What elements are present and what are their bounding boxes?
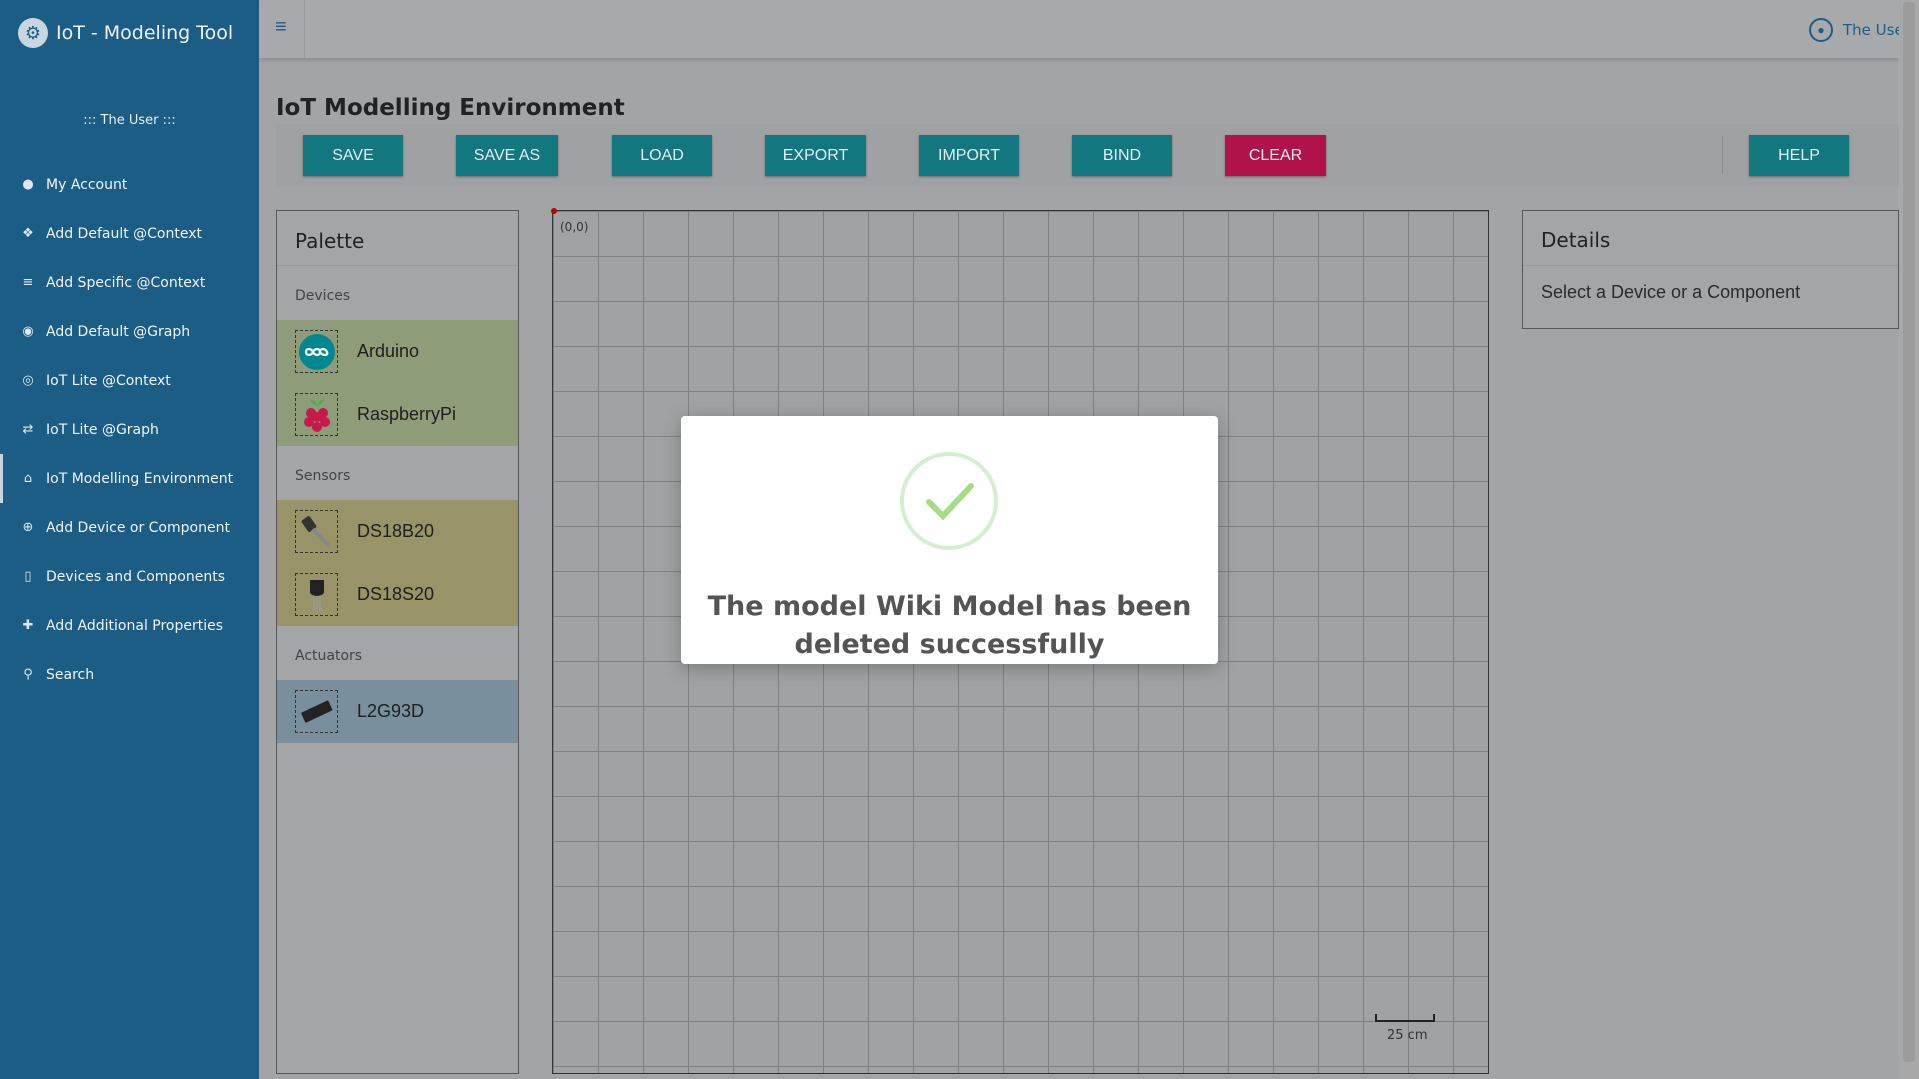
home-icon: ⌂: [23, 471, 33, 486]
details-panel: Details Select a Device or a Component: [1522, 210, 1899, 329]
puzzle-icon: ✚: [22, 618, 34, 633]
toolbar: SAVE SAVE AS LOAD EXPORT IMPORT BIND CLE…: [276, 124, 1899, 186]
sidebar-user-caption: ::: The User :::: [83, 113, 176, 128]
sidebar-item-add-device-or-component[interactable]: ⊕ Add Device or Component: [0, 503, 259, 552]
clear-button[interactable]: CLEAR: [1225, 135, 1326, 176]
sidebar-item-add-default-context[interactable]: ❖ Add Default @Context: [0, 209, 259, 258]
palette-item-label: L2G93D: [357, 701, 425, 721]
sidebar-item-label: Search: [46, 666, 95, 683]
toolbar-separator: [1722, 136, 1723, 174]
palette-item-ds18s20[interactable]: DS18S20: [277, 563, 518, 626]
user-icon: ●: [22, 177, 34, 192]
sidebar-item-search[interactable]: ⚲ Search: [0, 650, 259, 699]
origin-marker: [551, 208, 557, 214]
sidebar-item-label: IoT Lite @Context: [46, 372, 171, 389]
sidebar-item-my-account[interactable]: ● My Account: [0, 160, 259, 209]
palette-item-l2g93d[interactable]: L2G93D: [277, 680, 518, 743]
sidebar-nav: ● My Account ❖ Add Default @Context ≡ Ad…: [0, 160, 259, 699]
cubes-icon: ❖: [22, 226, 34, 241]
arduino-icon: [295, 330, 338, 373]
sidebar-item-label: Devices and Components: [46, 568, 225, 585]
plus-circle-icon: ⊕: [22, 520, 34, 535]
palette-category-sensors: Sensors: [295, 468, 351, 484]
topbar-divider: [304, 0, 305, 58]
sidebar-item-iot-modelling-environment[interactable]: ⌂ IoT Modelling Environment: [0, 454, 259, 503]
load-button[interactable]: LOAD: [612, 135, 712, 176]
raspberry-icon: [295, 393, 338, 436]
sidebar-item-add-specific-context[interactable]: ≡ Add Specific @Context: [0, 258, 259, 307]
database-icon: ≡: [22, 275, 34, 290]
brand-logo-icon: ⚙: [18, 18, 48, 48]
sidebar-item-label: My Account: [46, 176, 128, 193]
sidebar-item-iot-lite-graph[interactable]: ⇄ IoT Lite @Graph: [0, 405, 259, 454]
transistor-sensor-icon: [295, 573, 338, 616]
chip-icon: [295, 690, 338, 733]
brand[interactable]: ⚙ IoT - Modeling Tool: [18, 18, 233, 48]
palette-item-label: DS18B20: [357, 521, 435, 541]
sidebar-item-label: Add Additional Properties: [46, 617, 224, 634]
hamburger-menu-icon[interactable]: ≡: [275, 16, 287, 39]
target-icon: ◎: [22, 373, 34, 388]
sidebar-item-label: IoT Modelling Environment: [46, 470, 234, 487]
modal-message: The model Wiki Model has been deleted su…: [707, 591, 1192, 660]
scale-label: 25 cm: [1387, 1028, 1428, 1043]
sidebar: ⚙ IoT - Modeling Tool ::: The User ::: ●…: [0, 0, 259, 1079]
success-check-icon: [900, 452, 998, 550]
exchange-icon: ⇄: [22, 422, 34, 437]
palette-item-arduino[interactable]: Arduino: [277, 320, 518, 383]
help-button[interactable]: HELP: [1749, 135, 1849, 176]
palette-item-label: RaspberryPi: [357, 404, 457, 424]
details-body: Select a Device or a Component: [1541, 282, 1801, 302]
palette-item-label: Arduino: [357, 341, 420, 361]
search-icon: ⚲: [23, 667, 33, 682]
scale-bar: [1375, 1014, 1435, 1022]
save-button[interactable]: SAVE: [303, 135, 403, 176]
origin-label: (0,0): [560, 220, 589, 234]
sidebar-item-iot-lite-context[interactable]: ◎ IoT Lite @Context: [0, 356, 259, 405]
success-modal: The model Wiki Model has been deleted su…: [681, 416, 1218, 664]
sidebar-item-devices-and-components[interactable]: ▯ Devices and Components: [0, 552, 259, 601]
user-menu[interactable]: ● The Use: [1809, 18, 1899, 42]
sidebar-item-label: Add Default @Context: [46, 225, 203, 242]
bind-button[interactable]: BIND: [1072, 135, 1172, 176]
sidebar-item-label: Add Device or Component: [46, 519, 230, 536]
vertical-scrollbar[interactable]: [1899, 0, 1919, 1079]
palette-item-ds18b20[interactable]: DS18B20: [277, 500, 518, 563]
palette-panel: Palette Devices Arduino RaspberryPi Sens…: [276, 210, 519, 1074]
user-name: The Use: [1843, 21, 1899, 39]
topbar: ≡ ● The Use: [259, 0, 1899, 58]
palette-title: Palette: [277, 211, 518, 266]
sidebar-item-add-additional-properties[interactable]: ✚ Add Additional Properties: [0, 601, 259, 650]
details-title: Details: [1523, 211, 1898, 266]
import-button[interactable]: IMPORT: [919, 135, 1019, 176]
palette-item-raspberrypi[interactable]: RaspberryPi: [277, 383, 518, 446]
compass-icon: ◉: [22, 324, 34, 339]
brand-title: IoT - Modeling Tool: [56, 22, 234, 44]
sidebar-item-label: IoT Lite @Graph: [46, 421, 159, 438]
scrollbar-thumb[interactable]: [1903, 2, 1915, 1062]
sidebar-item-label: Add Specific @Context: [46, 274, 206, 291]
page-title: IoT Modelling Environment: [276, 95, 625, 121]
export-button[interactable]: EXPORT: [765, 135, 866, 176]
save-as-button[interactable]: SAVE AS: [456, 135, 558, 176]
square-icon: ▯: [24, 569, 32, 584]
probe-sensor-icon: [295, 510, 338, 553]
palette-category-actuators: Actuators: [295, 648, 363, 664]
palette-category-devices: Devices: [295, 288, 351, 304]
sidebar-item-label: Add Default @Graph: [46, 323, 191, 340]
sidebar-item-add-default-graph[interactable]: ◉ Add Default @Graph: [0, 307, 259, 356]
user-avatar-icon: ●: [1809, 18, 1833, 42]
palette-item-label: DS18S20: [357, 584, 435, 604]
